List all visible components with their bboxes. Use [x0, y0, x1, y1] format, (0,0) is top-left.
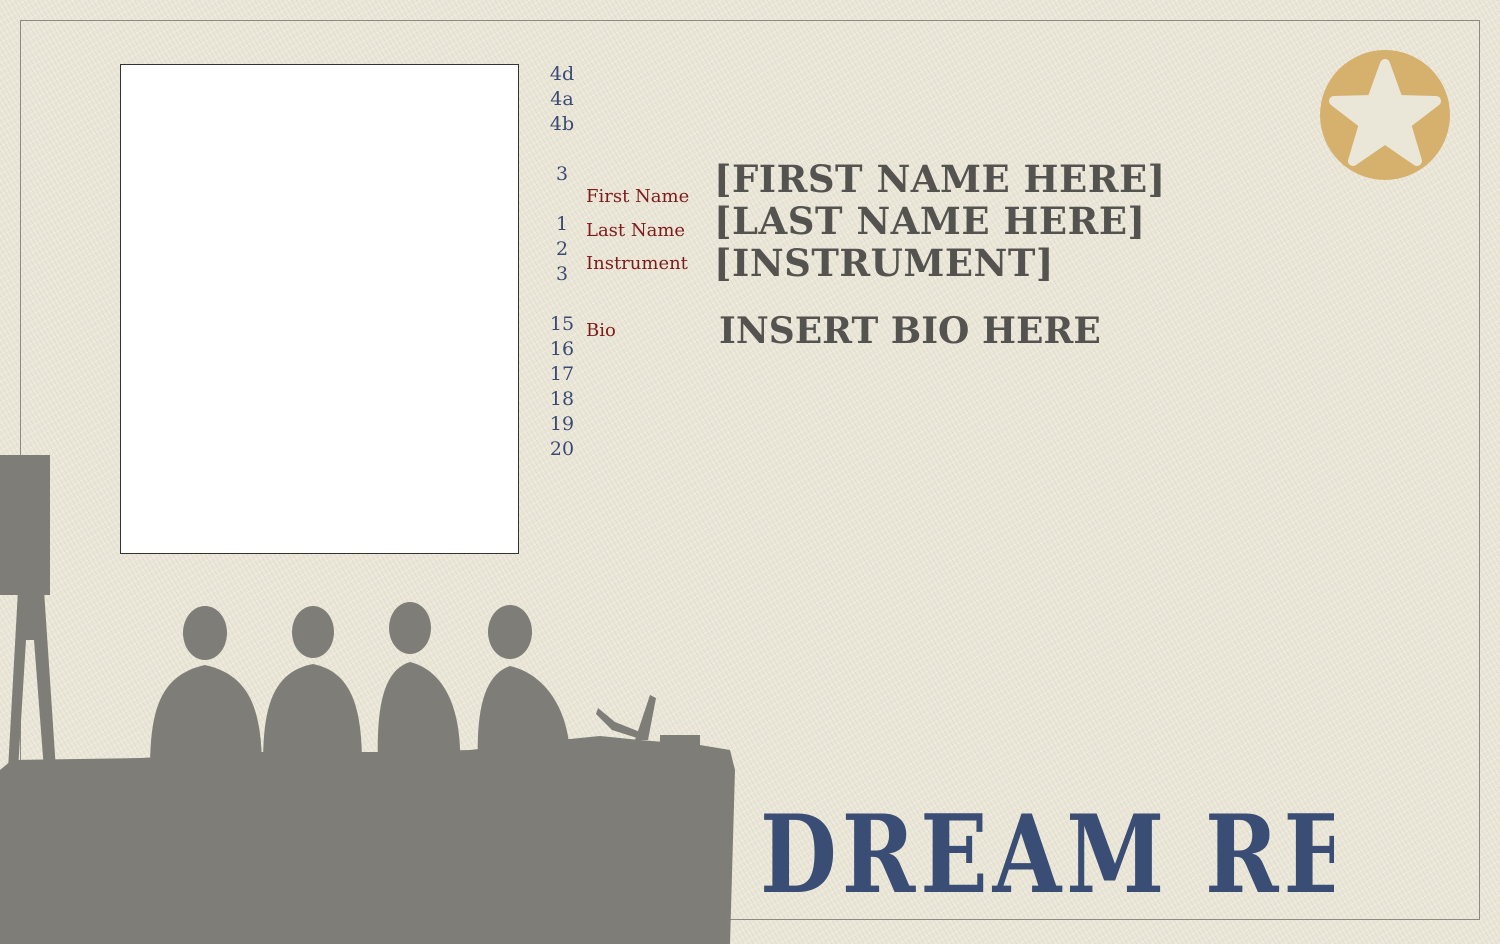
marker-4d: 4d	[549, 63, 575, 85]
last-name-value[interactable]: [LAST NAME HERE]	[714, 199, 1146, 243]
marker-17: 17	[549, 363, 575, 385]
first-name-label: First Name	[586, 186, 690, 207]
marker-18: 18	[549, 388, 575, 410]
marker-4a: 4a	[550, 88, 574, 110]
star-badge-icon	[1320, 50, 1450, 180]
marker-16: 16	[549, 338, 575, 360]
marker-1: 1	[555, 213, 569, 235]
marker-3-second: 3	[555, 263, 569, 285]
last-name-label: Last Name	[586, 220, 686, 241]
bio-value[interactable]: INSERT BIO HERE	[719, 310, 1101, 352]
marker-15: 15	[549, 313, 575, 335]
marker-2: 2	[555, 238, 569, 260]
band-silhouette-illustration	[0, 455, 735, 944]
bio-label: Bio	[586, 320, 616, 341]
instrument-label: Instrument	[586, 253, 688, 274]
marker-4b: 4b	[549, 113, 575, 135]
instrument-value[interactable]: [INSTRUMENT]	[714, 241, 1054, 285]
brand-title: DREAM REGIME	[760, 792, 1334, 918]
marker-19: 19	[549, 413, 575, 435]
first-name-value[interactable]: [FIRST NAME HERE]	[714, 157, 1166, 201]
marker-3-first: 3	[555, 163, 569, 185]
